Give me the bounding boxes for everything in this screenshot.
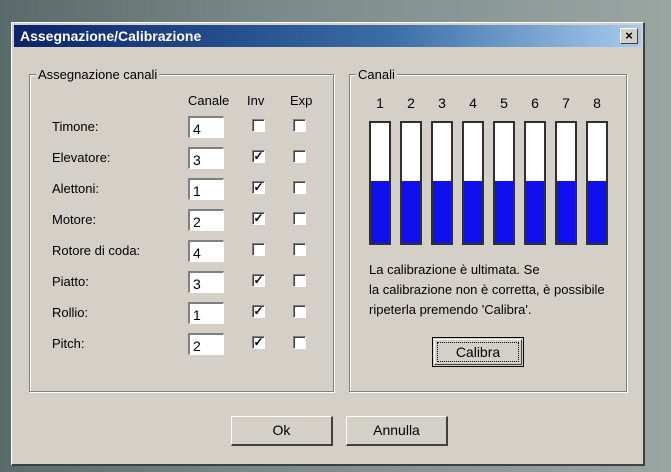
status-line-2: la calibrazione non è corretta, è possib… <box>369 282 605 297</box>
column-header-inv: Inv <box>247 93 265 108</box>
inv-checkbox[interactable]: ✓ <box>252 150 265 163</box>
channel-level-fill <box>464 180 482 243</box>
close-icon[interactable]: × <box>620 28 638 44</box>
channel-number: 2 <box>407 95 415 111</box>
status-line-1: La calibrazione è ultimata. Se <box>369 262 540 277</box>
channel-level-fill <box>402 180 420 243</box>
channel-level-fill <box>557 180 575 243</box>
exp-checkbox[interactable] <box>293 274 306 287</box>
calibration-status: La calibrazione è ultimata. Se la calibr… <box>369 260 605 320</box>
row-label: Motore: <box>52 212 97 227</box>
title-bar[interactable]: Assegnazione/Calibrazione × <box>14 25 641 47</box>
row-label: Piatto: <box>52 274 89 289</box>
channel-level-fill <box>588 180 606 243</box>
channels-group-label: Canali <box>356 67 397 82</box>
row-label: Rotore di coda: <box>52 243 141 258</box>
row-label: Timone: <box>52 119 99 134</box>
calibrate-button[interactable]: Calibra <box>432 337 524 367</box>
status-line-3: ripeterla premendo 'Calibra'. <box>369 302 532 317</box>
exp-checkbox[interactable] <box>293 212 306 225</box>
channel-level-bar <box>524 121 546 245</box>
channel-level-bar <box>400 121 422 245</box>
dialog-window: Assegnazione/Calibrazione × Assegnazione… <box>11 22 645 466</box>
row-label: Rollio: <box>52 305 89 320</box>
inv-checkbox[interactable]: ✓ <box>252 305 265 318</box>
channel-number: 1 <box>376 95 384 111</box>
channel-number: 6 <box>531 95 539 111</box>
channel-field[interactable]: 4 <box>188 116 224 138</box>
channel-field[interactable]: 3 <box>188 271 224 293</box>
window-title: Assegnazione/Calibrazione <box>20 28 202 44</box>
inv-checkbox[interactable] <box>252 243 265 256</box>
inv-checkbox[interactable]: ✓ <box>252 336 265 349</box>
inv-checkbox[interactable]: ✓ <box>252 274 265 287</box>
channel-number: 3 <box>438 95 446 111</box>
channel-number: 7 <box>562 95 570 111</box>
channel-level-bar <box>493 121 515 245</box>
cancel-button[interactable]: Annulla <box>346 416 448 446</box>
channel-field[interactable]: 2 <box>188 209 224 231</box>
channel-field[interactable]: 4 <box>188 240 224 262</box>
channel-field[interactable]: 1 <box>188 178 224 200</box>
exp-checkbox[interactable] <box>293 181 306 194</box>
row-label: Pitch: <box>52 336 85 351</box>
column-header-channel: Canale <box>188 93 230 108</box>
ok-button[interactable]: Ok <box>231 416 333 446</box>
exp-checkbox[interactable] <box>293 305 306 318</box>
calibrate-label: Calibra <box>437 342 519 362</box>
column-header-exp: Exp <box>290 93 313 108</box>
channel-number: 8 <box>593 95 601 111</box>
channel-level-bar <box>586 121 608 245</box>
row-label: Alettoni: <box>52 181 99 196</box>
channel-level-fill <box>526 180 544 243</box>
exp-checkbox[interactable] <box>293 243 306 256</box>
channel-assignment-label: Assegnazione canali <box>36 67 160 82</box>
channel-level-bar <box>462 121 484 245</box>
channel-field[interactable]: 2 <box>188 333 224 355</box>
exp-checkbox[interactable] <box>293 336 306 349</box>
inv-checkbox[interactable] <box>252 119 265 132</box>
channel-level-fill <box>371 180 389 243</box>
exp-checkbox[interactable] <box>293 150 306 163</box>
channel-level-fill <box>495 180 513 243</box>
channel-number: 5 <box>500 95 508 111</box>
channel-number: 4 <box>469 95 477 111</box>
channel-level-bar <box>555 121 577 245</box>
channel-field[interactable]: 3 <box>188 147 224 169</box>
channel-level-bar <box>369 121 391 245</box>
channel-field[interactable]: 1 <box>188 302 224 324</box>
row-label: Elevatore: <box>52 150 111 165</box>
channel-level-bar <box>431 121 453 245</box>
channel-level-fill <box>433 180 451 243</box>
inv-checkbox[interactable]: ✓ <box>252 181 265 194</box>
exp-checkbox[interactable] <box>293 119 306 132</box>
inv-checkbox[interactable]: ✓ <box>252 212 265 225</box>
